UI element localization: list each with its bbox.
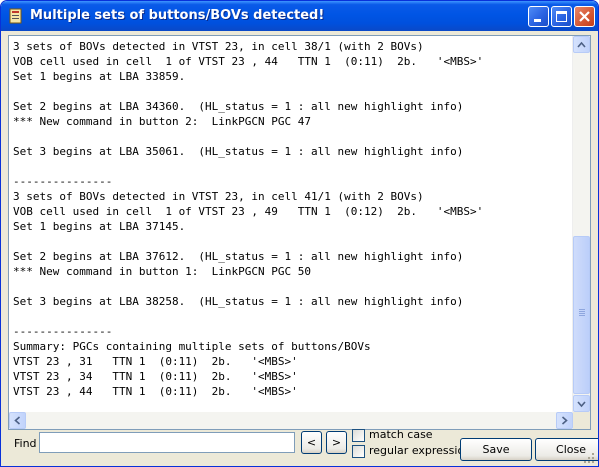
find-label: Find: [14, 437, 37, 450]
log-line: VOB cell used in cell 1 of VTST 23 , 49 …: [13, 205, 484, 218]
dialog-window: Multiple sets of buttons/BOVs detected! …: [0, 0, 599, 467]
log-line: Summary: PGCs containing multiple sets o…: [13, 340, 371, 353]
find-next-button[interactable]: >: [326, 431, 347, 454]
log-text: 3 sets of BOVs detected in VTST 23, in c…: [13, 39, 573, 399]
log-line: *** New command in button 2: LinkPGCN PG…: [13, 115, 312, 128]
close-icon: [579, 11, 590, 22]
scroll-right-arrow-icon: [561, 416, 568, 425]
log-line: Set 1 begins at LBA 37145.: [13, 220, 186, 233]
find-previous-button[interactable]: <: [301, 431, 322, 454]
scrollbar-corner: [573, 412, 590, 429]
match-case-checkbox[interactable]: [352, 429, 365, 442]
scroll-right-button[interactable]: [556, 412, 573, 429]
log-line: 3 sets of BOVs detected in VTST 23, in c…: [13, 40, 424, 53]
log-line: Set 2 begins at LBA 37612. (HL_status = …: [13, 250, 464, 263]
log-line: Set 2 begins at LBA 34360. (HL_status = …: [13, 100, 464, 113]
vertical-scrollbar[interactable]: [572, 36, 590, 412]
scroll-left-button[interactable]: [9, 412, 26, 429]
log-line: VTST 23 , 31 TTN 1 (0:11) 2b. '<MBS>': [13, 355, 298, 368]
log-text-area[interactable]: 3 sets of BOVs detected in VTST 23, in c…: [8, 35, 591, 430]
log-line: VTST 23 , 34 TTN 1 (0:11) 2b. '<MBS>': [13, 370, 298, 383]
log-line: *** New command in button 1: LinkPGCN PG…: [13, 265, 312, 278]
maximize-icon: [556, 11, 567, 22]
maximize-button[interactable]: [551, 6, 572, 27]
log-line: ---------------: [13, 325, 113, 338]
log-line: VOB cell used in cell 1 of VTST 23 , 44 …: [13, 55, 484, 68]
scroll-up-button[interactable]: [573, 36, 590, 53]
scroll-up-arrow-icon: [577, 41, 586, 48]
log-line: Set 1 begins at LBA 33859.: [13, 70, 186, 83]
match-case-label[interactable]: match case: [369, 428, 433, 441]
close-window-button[interactable]: [574, 6, 595, 27]
log-line: Set 3 begins at LBA 38258. (HL_status = …: [13, 295, 464, 308]
log-line: Set 3 begins at LBA 35061. (HL_status = …: [13, 145, 464, 158]
scroll-left-arrow-icon: [14, 416, 21, 425]
log-line: 3 sets of BOVs detected in VTST 23, in c…: [13, 190, 424, 203]
find-input[interactable]: [39, 432, 295, 453]
log-line: ---------------: [13, 175, 113, 188]
minimize-button[interactable]: [528, 6, 549, 27]
scroll-down-arrow-icon: [577, 401, 586, 408]
horizontal-scrollbar[interactable]: [9, 412, 573, 429]
dialog-client: 3 sets of BOVs detected in VTST 23, in c…: [4, 31, 598, 464]
scroll-down-button[interactable]: [573, 395, 590, 412]
window-title: Multiple sets of buttons/BOVs detected!: [30, 8, 325, 23]
title-bar[interactable]: Multiple sets of buttons/BOVs detected!: [1, 1, 598, 31]
save-button[interactable]: Save: [460, 438, 532, 461]
log-line: VTST 23 , 44 TTN 1 (0:11) 2b. '<MBS>': [13, 385, 298, 398]
app-icon: [9, 8, 22, 24]
regular-expression-checkbox[interactable]: [352, 445, 365, 458]
size-grip-icon[interactable]: [583, 452, 595, 464]
vertical-scroll-thumb[interactable]: [573, 236, 590, 394]
regular-expression-label[interactable]: regular expression: [369, 444, 471, 457]
minimize-icon: [534, 19, 541, 22]
